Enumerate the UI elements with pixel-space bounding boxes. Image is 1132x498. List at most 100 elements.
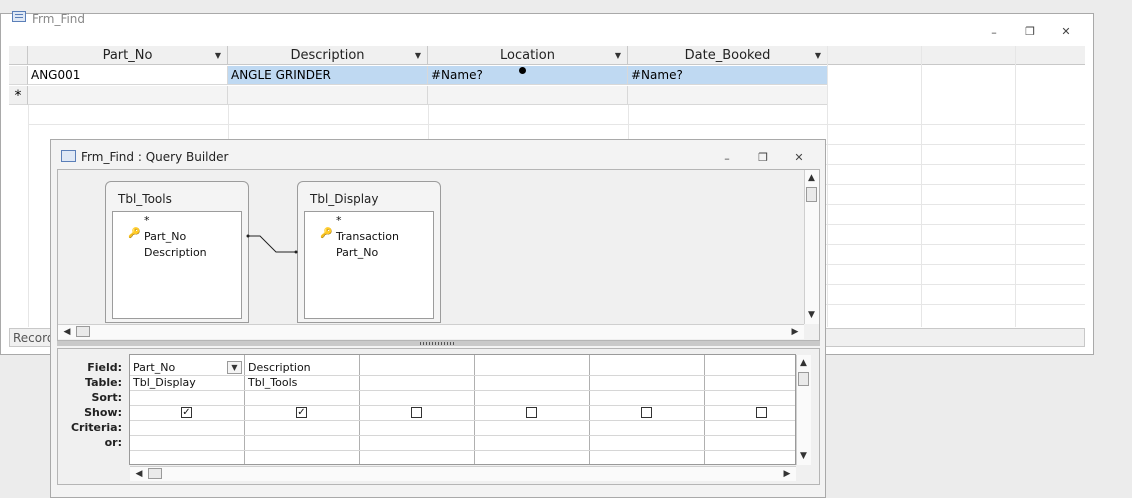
cell-part-no[interactable]: ANG001 <box>28 66 228 85</box>
scrollbar-thumb[interactable] <box>806 187 817 202</box>
new-cell[interactable] <box>228 86 428 105</box>
new-cell[interactable] <box>628 86 828 105</box>
grid-horizontal-scrollbar[interactable] <box>130 466 796 481</box>
dropdown-arrow-icon[interactable]: ▼ <box>215 46 221 65</box>
header-empty-area <box>828 46 1085 65</box>
splitter-grip-icon[interactable] <box>420 342 456 345</box>
grid-line <box>826 184 1085 185</box>
close-button[interactable]: ✕ <box>1055 24 1077 40</box>
dropdown-arrow-icon[interactable]: ▼ <box>615 46 621 65</box>
row-selector[interactable] <box>9 66 28 85</box>
diagram-horizontal-scrollbar[interactable] <box>58 324 804 339</box>
cell-date-booked[interactable]: #Name? <box>628 66 828 85</box>
main-window-title: Frm_Find <box>32 12 86 26</box>
new-cell[interactable] <box>428 86 628 105</box>
join-line[interactable] <box>240 228 304 258</box>
show-checkbox[interactable]: ✓ <box>296 407 307 418</box>
show-checkbox[interactable]: ✓ <box>181 407 192 418</box>
show-checkbox[interactable] <box>641 407 652 418</box>
scroll-down-arrow-icon[interactable]: ▼ <box>796 449 811 463</box>
cell-description[interactable]: ANGLE GRINDER <box>228 66 428 85</box>
table-cell[interactable]: Tbl_Tools <box>248 376 297 389</box>
scroll-up-arrow-icon[interactable]: ▲ <box>804 171 819 185</box>
field-cell[interactable]: Part_No <box>133 361 175 374</box>
grid-line <box>130 390 795 391</box>
new-cell[interactable] <box>28 86 228 105</box>
grid-line <box>704 355 705 464</box>
column-header-label: Location <box>500 48 555 63</box>
record-nav-label: Record <box>13 331 55 345</box>
grid-line <box>28 105 29 327</box>
scrollbar-thumb[interactable] <box>76 326 90 337</box>
qb-minimize-button[interactable]: – <box>716 151 738 167</box>
table-box-title: Tbl_Display <box>310 192 379 206</box>
field-item-part-no[interactable]: Part_No <box>144 230 186 243</box>
show-checkbox[interactable] <box>756 407 767 418</box>
field-item-transaction[interactable]: Transaction <box>336 230 399 243</box>
grid-line <box>130 375 795 376</box>
new-record-marker[interactable]: * <box>9 86 28 105</box>
field-item-part-no[interactable]: Part_No <box>336 246 378 259</box>
query-builder-title: Frm_Find : Query Builder <box>81 150 229 164</box>
show-checkbox[interactable] <box>411 407 422 418</box>
all-fields-star[interactable]: * <box>144 214 150 227</box>
scroll-left-arrow-icon[interactable]: ◀ <box>60 325 74 339</box>
table-box-tbl-tools[interactable]: Tbl_Tools * 🔑 Part_No Description <box>105 181 249 323</box>
grid-line <box>826 204 1085 205</box>
grid-line <box>359 355 360 464</box>
restore-button[interactable]: ❐ <box>1019 24 1041 40</box>
column-header-label: Date_Booked <box>684 48 771 63</box>
row-label-show: Show: <box>84 406 122 419</box>
table-field-list: * 🔑 Transaction Part_No <box>304 211 434 319</box>
grid-line <box>130 405 795 406</box>
grid-line <box>130 450 795 451</box>
grid-line <box>130 435 795 436</box>
field-item-description[interactable]: Description <box>144 246 207 259</box>
column-header-part-no[interactable]: Part_No ▼ <box>28 46 228 65</box>
grid-line <box>826 304 1085 305</box>
row-label-field: Field: <box>87 361 122 374</box>
scroll-down-arrow-icon[interactable]: ▼ <box>804 308 819 322</box>
grid-line <box>28 124 1085 125</box>
primary-key-icon: 🔑 <box>128 228 141 239</box>
grid-line <box>628 105 629 140</box>
qb-restore-button[interactable]: ❐ <box>752 150 774 166</box>
query-builder-icon <box>61 150 76 162</box>
grid-line <box>826 224 1085 225</box>
column-header-location[interactable]: Location ▼ <box>428 46 628 65</box>
field-dropdown-icon[interactable]: ▼ <box>227 361 242 374</box>
dropdown-arrow-icon[interactable]: ▼ <box>415 46 421 65</box>
row-label-sort: Sort: <box>91 391 122 404</box>
form-icon <box>12 11 26 22</box>
row-label-or: or: <box>104 436 122 449</box>
scroll-right-arrow-icon[interactable]: ▶ <box>780 467 794 481</box>
scroll-up-arrow-icon[interactable]: ▲ <box>796 356 811 370</box>
grid-line <box>428 105 429 140</box>
row-label-criteria: Criteria: <box>70 421 122 434</box>
scroll-left-arrow-icon[interactable]: ◀ <box>132 467 146 481</box>
table-box-title: Tbl_Tools <box>118 192 172 206</box>
select-all-corner[interactable] <box>9 46 28 65</box>
field-cell[interactable]: Description <box>248 361 311 374</box>
column-header-label: Description <box>290 48 365 63</box>
show-checkbox[interactable] <box>526 407 537 418</box>
scrollbar-thumb[interactable] <box>798 372 809 386</box>
column-header-label: Part_No <box>102 48 153 63</box>
table-cell[interactable]: Tbl_Display <box>133 376 196 389</box>
minimize-button[interactable]: – <box>983 25 1005 41</box>
qb-close-button[interactable]: ✕ <box>788 150 810 166</box>
scrollbar-thumb[interactable] <box>148 468 162 479</box>
grid-line <box>244 355 245 464</box>
column-header-description[interactable]: Description ▼ <box>228 46 428 65</box>
all-fields-star[interactable]: * <box>336 214 342 227</box>
dropdown-arrow-icon[interactable]: ▼ <box>815 46 821 65</box>
grid-line <box>826 164 1085 165</box>
row-label-table: Table: <box>84 376 122 389</box>
column-header-date-booked[interactable]: Date_Booked ▼ <box>628 46 828 65</box>
primary-key-icon: 🔑 <box>320 228 333 239</box>
table-box-tbl-display[interactable]: Tbl_Display * 🔑 Transaction Part_No <box>297 181 441 323</box>
cell-location[interactable]: #Name? <box>428 66 628 85</box>
scroll-right-arrow-icon[interactable]: ▶ <box>788 325 802 339</box>
grid-line <box>589 355 590 464</box>
grid-line <box>474 355 475 464</box>
